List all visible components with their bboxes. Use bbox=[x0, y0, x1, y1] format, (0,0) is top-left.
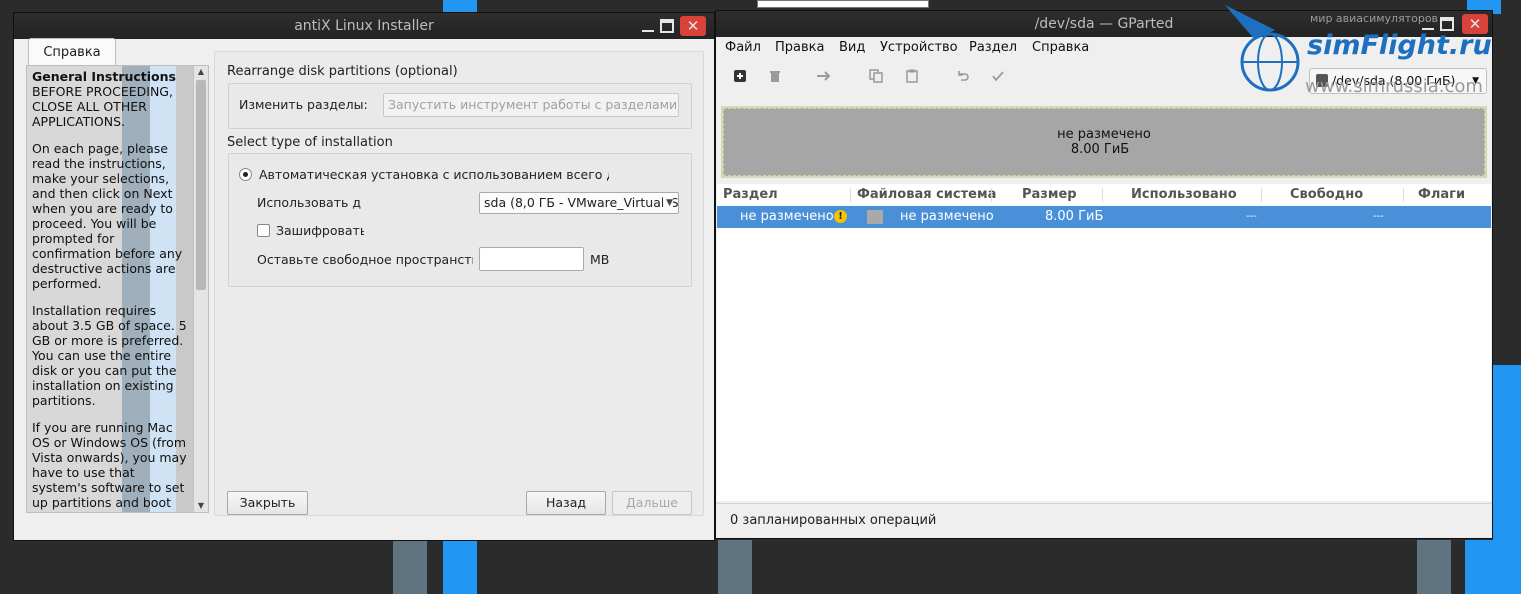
cell-free: --- bbox=[1373, 211, 1384, 222]
help-paragraph: If you are running Mac OS or Windows OS … bbox=[32, 420, 187, 512]
free-space-label: Оставьте свободное пространство bbox=[257, 252, 473, 267]
scroll-down-icon[interactable]: ▼ bbox=[194, 500, 208, 512]
desktop-block bbox=[757, 0, 929, 8]
new-partition-icon[interactable] bbox=[732, 69, 748, 85]
auto-install-label[interactable]: Автоматическая установка с использование… bbox=[259, 167, 609, 182]
disk-select[interactable]: sda (8,0 ГБ - VMware_Virtual_S) ▼ bbox=[479, 192, 679, 214]
globe-logo-icon bbox=[1225, 5, 1300, 92]
warning-icon: ! bbox=[834, 210, 847, 223]
disk-graphic-label: не размечено bbox=[1057, 127, 1151, 142]
maximize-button[interactable] bbox=[660, 19, 674, 33]
watermark-tagline: мир авиасимуляторов bbox=[1310, 12, 1439, 25]
column-header-filesystem[interactable]: Файловая система bbox=[857, 184, 996, 206]
cell-size: 8.00 ГиБ bbox=[1045, 209, 1104, 224]
column-separator bbox=[1261, 188, 1262, 202]
statusbar: 0 запланированных операций bbox=[716, 503, 1492, 538]
delete-icon[interactable] bbox=[767, 69, 783, 85]
column-header-used[interactable]: Использовано bbox=[1131, 184, 1237, 206]
free-space-input[interactable] bbox=[479, 247, 584, 271]
tab-help[interactable]: Справка bbox=[28, 38, 116, 66]
desktop-block bbox=[718, 540, 752, 594]
edit-partitions-label: Изменить разделы: bbox=[239, 97, 368, 112]
apply-icon[interactable] bbox=[990, 69, 1006, 85]
menu-help[interactable]: Справка bbox=[1032, 40, 1089, 55]
minimize-button[interactable] bbox=[642, 21, 654, 32]
desktop-block bbox=[393, 540, 427, 594]
disk-graphic-unallocated[interactable]: не размечено 8.00 ГиБ bbox=[721, 106, 1487, 178]
column-header-size[interactable]: Размер bbox=[1022, 184, 1077, 206]
chevron-down-icon: ▼ bbox=[663, 193, 673, 213]
installer-titlebar[interactable]: antiX Linux Installer ✕ bbox=[14, 13, 714, 39]
watermark-brand: simFlight.ru bbox=[1307, 30, 1492, 61]
partition-table: Раздел Файловая система Размер Использов… bbox=[717, 184, 1491, 501]
column-separator bbox=[991, 188, 992, 202]
column-separator bbox=[850, 188, 851, 202]
desktop-block bbox=[1493, 365, 1521, 594]
use-disk-label: Использовать ди bbox=[257, 195, 362, 210]
desktop-block bbox=[443, 540, 477, 594]
auto-install-radio[interactable] bbox=[239, 168, 252, 181]
back-button[interactable]: Назад bbox=[526, 491, 606, 515]
copy-icon[interactable] bbox=[868, 69, 884, 85]
menu-view[interactable]: Вид bbox=[839, 40, 865, 55]
column-header-partition[interactable]: Раздел bbox=[723, 184, 778, 206]
column-separator bbox=[1102, 188, 1103, 202]
desktop-block bbox=[1417, 540, 1451, 594]
scroll-thumb[interactable] bbox=[196, 80, 206, 290]
next-button[interactable]: Дальше bbox=[612, 491, 692, 515]
help-text: General Instructions BEFORE PROCEEDING, C… bbox=[32, 69, 190, 512]
rearrange-label: Rearrange disk partitions (optional) bbox=[227, 64, 458, 79]
menu-file[interactable]: Файл bbox=[725, 40, 761, 55]
help-paragraph: Installation requires about 3.5 GB of sp… bbox=[32, 303, 187, 408]
watermark-url: www.simrussia.com bbox=[1305, 76, 1483, 97]
run-partition-tool-button[interactable]: Запустить инструмент работы с разделами.… bbox=[383, 93, 679, 117]
table-row[interactable]: не размечено ! не размечено 8.00 ГиБ ---… bbox=[717, 206, 1491, 228]
menu-edit[interactable]: Правка bbox=[775, 40, 824, 55]
installer-window: antiX Linux Installer ✕ Справка General … bbox=[13, 12, 715, 541]
column-header-free[interactable]: Свободно bbox=[1290, 184, 1363, 206]
close-button[interactable]: Закрыть bbox=[227, 491, 308, 515]
cell-filesystem: не размечено bbox=[900, 209, 994, 224]
help-paragraph: On each page, please read the instructio… bbox=[32, 141, 183, 291]
menu-partition[interactable]: Раздел bbox=[969, 40, 1017, 55]
installer-title: antiX Linux Installer bbox=[294, 18, 434, 34]
resize-move-icon[interactable] bbox=[816, 69, 832, 85]
column-separator bbox=[1403, 188, 1404, 202]
encrypt-label[interactable]: Зашифровать bbox=[276, 223, 364, 238]
scroll-up-icon[interactable]: ▲ bbox=[194, 66, 208, 78]
filesystem-color-swatch bbox=[867, 210, 883, 224]
watermark: мир авиасимуляторов simFlight.ru www.sim… bbox=[1215, 0, 1521, 110]
disk-select-value: sda (8,0 ГБ - VMware_Virtual_S) bbox=[484, 195, 679, 210]
help-paragraph: BEFORE PROCEEDING, CLOSE ALL OTHER APPLI… bbox=[32, 84, 173, 129]
paste-icon[interactable] bbox=[904, 69, 920, 85]
close-window-button[interactable]: ✕ bbox=[680, 16, 706, 36]
cell-used: --- bbox=[1246, 211, 1257, 222]
menu-device[interactable]: Устройство bbox=[880, 40, 958, 55]
free-space-unit: MB bbox=[590, 252, 610, 267]
gparted-title: /dev/sda — GParted bbox=[1034, 16, 1174, 32]
help-scrollbar[interactable]: ▲ ▼ bbox=[193, 66, 208, 512]
install-type-label: Select type of installation bbox=[227, 135, 393, 150]
cell-partition: не размечено bbox=[740, 209, 834, 224]
disk-graphic-size: 8.00 ГиБ bbox=[1070, 142, 1130, 157]
column-header-flags[interactable]: Флаги bbox=[1418, 184, 1465, 206]
pending-operations-status: 0 запланированных операций bbox=[730, 513, 937, 528]
undo-icon[interactable] bbox=[955, 69, 971, 85]
help-pane: General Instructions BEFORE PROCEEDING, C… bbox=[26, 65, 209, 513]
help-heading: General Instructions bbox=[32, 69, 176, 84]
encrypt-checkbox[interactable] bbox=[257, 224, 270, 237]
